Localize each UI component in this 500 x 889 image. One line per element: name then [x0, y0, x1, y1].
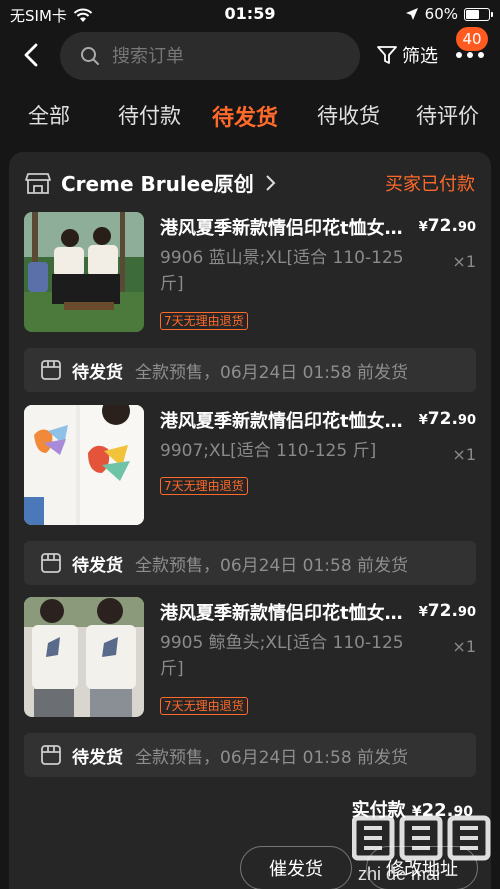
- shop-name: Creme Brulee原创: [61, 172, 254, 196]
- shop-icon: [25, 172, 51, 194]
- more-dot: [478, 52, 484, 58]
- currency-symbol: ¥: [418, 220, 428, 235]
- package-box-icon: [41, 360, 61, 380]
- filter-label: 筛选: [402, 46, 438, 67]
- product-price: ¥72.90: [419, 601, 476, 621]
- product-spec: 9905 鲸鱼头;XL[适合 110-125 斤]: [160, 633, 404, 679]
- product-image: [24, 212, 144, 332]
- filter-funnel-icon: [377, 46, 397, 64]
- svg-text:zhi de mai: zhi de mai: [358, 864, 440, 884]
- battery-percent: 60%: [424, 5, 458, 23]
- urge-shipment-button[interactable]: 催发货: [240, 846, 352, 889]
- product-title: 港风夏季新款情侣印花t恤女短袖: [160, 603, 410, 624]
- search-icon: [81, 47, 99, 65]
- more-options-icon[interactable]: [456, 50, 486, 60]
- more-dot: [467, 52, 473, 58]
- product-quantity: ×1: [452, 252, 476, 271]
- more-dot: [456, 52, 462, 58]
- shipping-label: 待发货: [72, 747, 123, 768]
- currency-symbol: ¥: [418, 605, 428, 620]
- product-quantity: ×1: [452, 445, 476, 464]
- product-title: 港风夏季新款情侣印花t恤女短袖: [160, 218, 410, 239]
- shop-header[interactable]: Creme Brulee原创: [25, 168, 276, 197]
- order-item[interactable]: 港风夏季新款情侣印花t恤女短袖 9905 鲸鱼头;XL[适合 110-125 斤…: [24, 597, 476, 717]
- order-card: Creme Brulee原创 买家已付款 港风夏季新款情侣印花t恤女短袖 990…: [9, 152, 491, 889]
- battery-icon: [464, 7, 493, 21]
- price-integer: 72.: [427, 409, 458, 429]
- return-policy-tag: 7天无理由退货: [160, 697, 248, 715]
- product-title: 港风夏季新款情侣印花t恤女短袖: [160, 411, 410, 432]
- shipping-label: 待发货: [72, 555, 123, 576]
- shipping-status-bar: 待发货 全款预售，06月24日 01:58 前发货: [24, 541, 476, 585]
- price-decimal: 90: [457, 220, 476, 235]
- shipping-label: 待发货: [72, 362, 123, 383]
- watermark-logo: zhi de mai: [351, 814, 492, 884]
- filter-button[interactable]: 筛选: [376, 42, 438, 68]
- order-item[interactable]: 港风夏季新款情侣印花t恤女短袖 9907;XL[适合 110-125 斤] 7天…: [24, 405, 476, 525]
- tab-pending-shipment[interactable]: 待发货: [212, 100, 278, 132]
- message-badge: 40: [456, 27, 488, 51]
- tab-pending-payment[interactable]: 待付款: [118, 100, 181, 130]
- price-decimal: 90: [457, 413, 476, 428]
- shipping-status-bar: 待发货 全款预售，06月24日 01:58 前发货: [24, 733, 476, 777]
- price-integer: 72.: [427, 216, 458, 236]
- product-price: ¥72.90: [419, 409, 476, 429]
- tab-pending-receipt[interactable]: 待收货: [317, 100, 380, 130]
- order-item[interactable]: 港风夏季新款情侣印花t恤女短袖 9906 蓝山景;XL[适合 110-125 斤…: [24, 212, 476, 332]
- return-policy-tag: 7天无理由退货: [160, 477, 248, 495]
- shipping-description: 全款预售，06月24日 01:58 前发货: [135, 747, 409, 768]
- product-spec: 9906 蓝山景;XL[适合 110-125 斤]: [160, 248, 404, 294]
- shipping-status-bar: 待发货 全款预售，06月24日 01:58 前发货: [24, 348, 476, 392]
- chevron-right-icon: [266, 174, 276, 191]
- product-spec: 9907;XL[适合 110-125 斤]: [160, 441, 377, 461]
- price-integer: 72.: [427, 601, 458, 621]
- order-status: 买家已付款: [385, 174, 475, 195]
- search-input[interactable]: [112, 45, 332, 67]
- return-policy-tag: 7天无理由退货: [160, 312, 248, 330]
- currency-symbol: ¥: [418, 413, 428, 428]
- back-arrow-icon[interactable]: [16, 40, 46, 70]
- location-arrow-icon: [405, 8, 418, 20]
- search-bar[interactable]: [60, 32, 360, 80]
- order-tabs: 全部 待付款 待发货 待收货 待评价: [0, 100, 500, 132]
- product-image: [24, 405, 144, 525]
- status-bar: 无SIM卡 01:59 60%: [0, 0, 500, 30]
- tab-all[interactable]: 全部: [28, 100, 70, 130]
- status-right: 60%: [405, 5, 493, 23]
- price-decimal: 90: [457, 605, 476, 620]
- shipping-description: 全款预售，06月24日 01:58 前发货: [135, 362, 409, 383]
- shipping-description: 全款预售，06月24日 01:58 前发货: [135, 555, 409, 576]
- package-box-icon: [41, 553, 61, 573]
- package-box-icon: [41, 745, 61, 765]
- tab-pending-review[interactable]: 待评价: [416, 100, 479, 130]
- product-quantity: ×1: [452, 637, 476, 656]
- product-price: ¥72.90: [419, 216, 476, 236]
- product-image: [24, 597, 144, 717]
- battery-level: [466, 9, 479, 19]
